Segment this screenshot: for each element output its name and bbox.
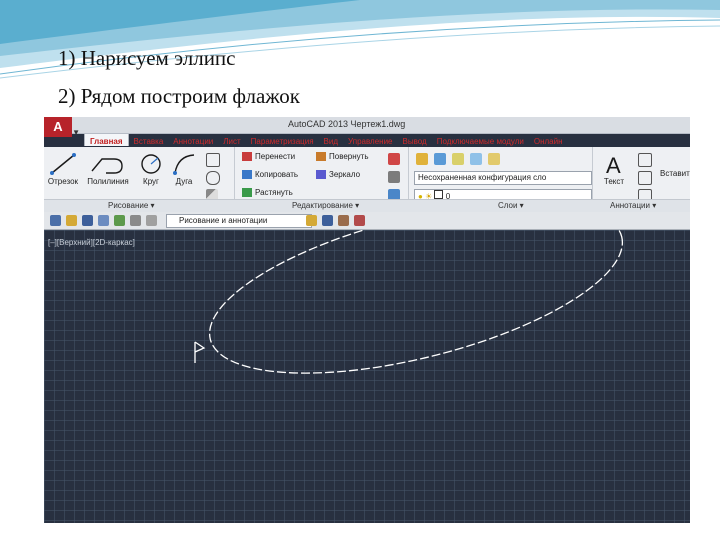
- tab-manage[interactable]: Управление: [343, 134, 397, 146]
- save-as-icon[interactable]: [98, 215, 109, 226]
- open-icon[interactable]: [66, 215, 77, 226]
- text-button[interactable]: A Текст: [598, 151, 630, 186]
- ellipse-icon[interactable]: [206, 171, 220, 185]
- mirror-label: Зеркало: [329, 170, 361, 179]
- lock-icon[interactable]: [488, 153, 500, 165]
- arc-button[interactable]: Дуга: [170, 151, 198, 186]
- plot-icon[interactable]: [338, 215, 349, 226]
- line-button-label: Отрезок: [47, 177, 79, 186]
- autocad-window: AutoCAD 2013 Чертеж1.dwg Главная Вставка…: [44, 117, 690, 523]
- panel-title-draw[interactable]: Рисование ▾: [108, 200, 155, 212]
- save-icon[interactable]: [82, 215, 93, 226]
- tab-view[interactable]: Вид: [319, 134, 343, 146]
- circle-icon: [141, 154, 161, 174]
- undo-icon[interactable]: [114, 215, 125, 226]
- move-label: Перенести: [255, 152, 296, 161]
- drawing-canvas[interactable]: [–][Верхний][2D-каркас]: [44, 230, 690, 523]
- quick-access-toolbar: Рисование и аннотации: [44, 212, 690, 230]
- fillet-icon[interactable]: [388, 171, 400, 183]
- new-icon[interactable]: [50, 215, 61, 226]
- rotate-label: Повернуть: [329, 152, 369, 161]
- stretch-label: Растянуть: [255, 188, 293, 197]
- stretch-icon: [242, 188, 252, 198]
- match-props-icon[interactable]: [354, 215, 365, 226]
- panel-title-annotation[interactable]: Аннотации ▾: [610, 200, 656, 212]
- workspace-select[interactable]: Рисование и аннотации: [166, 214, 312, 228]
- app-logo: A: [53, 119, 63, 134]
- redo-icon[interactable]: [130, 215, 141, 226]
- tab-parametric[interactable]: Параметризация: [246, 134, 319, 146]
- copy-label: Копировать: [255, 170, 299, 179]
- mirror-button[interactable]: Зеркало: [316, 169, 360, 181]
- layer-color-swatch: [434, 190, 444, 199]
- insert-button-label: Вставить: [660, 169, 690, 178]
- leader-icon[interactable]: [638, 171, 652, 185]
- folder-icon[interactable]: [306, 215, 317, 226]
- slide-task-2: 2) Рядом построим флажок: [58, 84, 300, 108]
- mirror-icon: [316, 170, 326, 180]
- application-menu-button[interactable]: A ▼: [44, 117, 80, 137]
- drawn-ellipse[interactable]: [193, 230, 638, 407]
- rotate-icon: [316, 152, 326, 162]
- disk-icon[interactable]: [322, 215, 333, 226]
- chevron-down-icon: ▼: [72, 128, 80, 137]
- document-title: AutoCAD 2013 Чертеж1.dwg: [284, 117, 410, 131]
- circle-button-label: Круг: [143, 177, 159, 186]
- move-icon: [242, 152, 252, 162]
- ribbon: Отрезок Полилиния Круг Дуга Перенести Ко…: [44, 147, 690, 213]
- insert-button[interactable]: Вставить: [660, 169, 690, 178]
- tab-annotate[interactable]: Аннотации: [168, 134, 218, 146]
- freeze-icon[interactable]: [470, 153, 482, 165]
- tab-home[interactable]: Главная: [84, 134, 129, 146]
- svg-text:A: A: [606, 153, 621, 177]
- dimension-icon[interactable]: [638, 153, 652, 167]
- copy-button[interactable]: Копировать: [242, 169, 298, 181]
- drawing-geometry: [193, 230, 638, 407]
- ribbon-panel-titles: Рисование ▾ Редактирование ▾ Слои ▾ Анно…: [44, 199, 690, 212]
- lightbulb-icon[interactable]: [452, 153, 464, 165]
- circle-button[interactable]: Круг: [138, 151, 164, 186]
- ribbon-tabs: Главная Вставка Аннотации Лист Параметри…: [84, 134, 568, 146]
- layer-state-select[interactable]: Несохраненная конфигурация сло: [414, 171, 592, 185]
- print-icon[interactable]: [146, 215, 157, 226]
- workspace-value: Рисование и аннотации: [179, 216, 268, 225]
- move-button[interactable]: Перенести: [242, 151, 295, 163]
- arc-icon: [173, 154, 195, 175]
- rotate-button[interactable]: Повернуть: [316, 151, 369, 163]
- stretch-button[interactable]: Растянуть: [242, 187, 293, 199]
- polyline-button-label: Полилиния: [87, 177, 129, 186]
- slide-task-1: 1) Нарисуем эллипс: [58, 46, 236, 70]
- layer-properties-icon[interactable]: [416, 153, 428, 165]
- tab-layout[interactable]: Лист: [218, 134, 245, 146]
- polyline-icon: [91, 158, 123, 174]
- flag-marker[interactable]: [194, 341, 206, 363]
- tab-online[interactable]: Онлайн: [529, 134, 568, 146]
- tab-plugins[interactable]: Подключаемые модули: [432, 134, 529, 146]
- text-icon: A: [606, 153, 621, 177]
- title-bar: AutoCAD 2013 Чертеж1.dwg: [44, 117, 690, 134]
- trim-icon[interactable]: [388, 153, 400, 165]
- tab-insert[interactable]: Вставка: [129, 134, 169, 146]
- tab-output[interactable]: Вывод: [398, 134, 432, 146]
- panel-title-modify[interactable]: Редактирование ▾: [292, 200, 359, 212]
- rectangle-icon[interactable]: [206, 153, 220, 167]
- panel-title-layers[interactable]: Слои ▾: [498, 200, 524, 212]
- line-button[interactable]: Отрезок: [46, 151, 80, 186]
- line-icon: [50, 153, 76, 175]
- arc-button-label: Дуга: [175, 177, 193, 186]
- copy-icon: [242, 170, 252, 180]
- layer-state-icon[interactable]: [434, 153, 446, 165]
- polyline-button[interactable]: Полилиния: [84, 151, 132, 186]
- text-button-label: Текст: [603, 177, 625, 186]
